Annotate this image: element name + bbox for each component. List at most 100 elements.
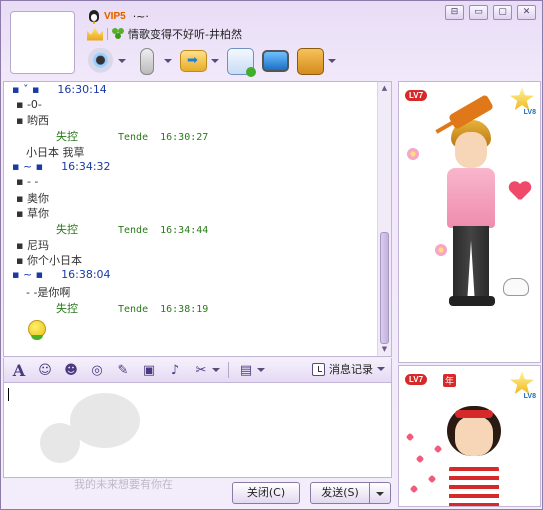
avatar-head (455, 416, 493, 456)
message-text: ▪ - - (16, 175, 39, 188)
message-text: 小日本 我草 (26, 146, 85, 159)
sender-name: ▪ ~ ▪ 16:34:32 (12, 160, 111, 173)
star-icon (510, 371, 534, 394)
contact-avatar[interactable] (10, 11, 75, 74)
avatar-shoes (449, 296, 495, 306)
sender-header: 失控 Tende 16:38:19 (56, 300, 208, 316)
window-controls: ⊟ ▭ ▢ ✕ (445, 5, 536, 20)
avatar-pants (453, 226, 489, 298)
image-icon[interactable]: ▣ (140, 361, 158, 379)
video-call-button[interactable] (87, 47, 126, 75)
level-badge: LV7 (405, 90, 428, 101)
message-text: ▪ 奥你 (16, 192, 49, 205)
microphone-icon (140, 47, 154, 75)
message-text: ▪ 你个小日本 (16, 254, 82, 267)
restore-button[interactable]: ▭ (469, 5, 488, 20)
create-discussion-button[interactable] (227, 47, 256, 77)
level-badge: LV7 (405, 374, 428, 385)
chevron-down-icon[interactable] (211, 59, 219, 63)
folder-icon (180, 50, 207, 72)
chevron-down-icon[interactable] (118, 59, 126, 63)
contact-show-avatar (439, 102, 509, 312)
send-file-button[interactable] (180, 50, 219, 72)
history-label: 消息记录 (329, 363, 373, 376)
scroll-up-icon[interactable]: ▲ (378, 82, 391, 95)
chevron-down-icon[interactable] (328, 59, 336, 63)
flower-icon (407, 148, 419, 160)
message-time: 16:38:04 (61, 268, 111, 281)
flower-icon (435, 244, 447, 256)
message-history-button[interactable]: 消息记录 (312, 361, 385, 377)
vip-badge[interactable]: VIP5 (104, 11, 126, 22)
year-badge: 年 (443, 374, 457, 387)
avatar-head (455, 132, 487, 168)
heart-icon (509, 182, 531, 202)
webcam-icon (87, 47, 114, 75)
cat-icon (503, 278, 529, 296)
text-cursor (8, 388, 9, 401)
send-button[interactable]: 发送(S) (310, 482, 370, 504)
heart-icon (409, 484, 419, 494)
remote-assist-button[interactable] (262, 50, 289, 72)
sender-device: Tende (118, 304, 149, 315)
contact-nickname: ·~· (132, 9, 149, 23)
clover-icon (112, 28, 124, 40)
chevron-down-icon[interactable] (257, 368, 265, 372)
chat-scrollbar[interactable]: ▲ ▼ (377, 82, 391, 356)
sender-device: Tende (118, 132, 149, 143)
font-icon[interactable]: A (10, 361, 28, 380)
scroll-down-icon[interactable]: ▼ (378, 343, 391, 356)
self-show-panel[interactable]: LV7 年 LV8 (398, 365, 541, 507)
app-box-button[interactable] (297, 47, 336, 75)
magic-face-icon[interactable]: ☻ (62, 361, 80, 379)
history-clock-icon (312, 362, 325, 376)
heart-icon (405, 432, 415, 442)
message-history[interactable]: ▪ ˇ ▪ 16:30:14 ▪ -0- ▪ 哟西 失控 Tende 16:30:27… (3, 81, 392, 357)
star-level: LV8 (523, 109, 536, 116)
avatar-shirt (447, 168, 495, 228)
chevron-down-icon (377, 367, 385, 371)
voice-call-button[interactable] (134, 47, 172, 75)
contact-signature: 情歌变得不好听-井柏然 (128, 28, 242, 41)
close-button[interactable]: 关闭(C) (232, 482, 300, 504)
heart-icon (433, 444, 443, 454)
chevron-down-icon (376, 492, 384, 496)
monitor-icon (262, 50, 289, 72)
doodle-icon[interactable]: ✎ (114, 361, 132, 379)
chat-window: VIP5 ·~· 情歌变得不好听-井柏然 ⊟ ▭ ▢ ✕ ➡ ▪ ˇ ▪ 16:… (0, 0, 543, 510)
star-level: LV8 (523, 393, 536, 400)
divider (228, 362, 229, 378)
screenshot-icon[interactable]: ✂ (192, 361, 210, 379)
music-icon[interactable]: ♪ (166, 361, 184, 379)
send-options-button[interactable] (369, 482, 391, 504)
star-icon (510, 87, 534, 110)
qq-penguin-icon (87, 9, 101, 23)
sender-name: ▪ ~ ▪ 16:38:04 (12, 268, 111, 281)
chevron-down-icon[interactable] (212, 368, 220, 372)
contact-show-panel[interactable]: LV7 LV8 (398, 81, 541, 363)
crown-icon[interactable] (87, 27, 103, 41)
emoticon-icon[interactable]: ☺ (36, 361, 54, 379)
sender-name: 失控 (56, 130, 78, 143)
sender-header: 失控 Tende 16:34:44 (56, 221, 208, 237)
skin-button[interactable]: ⊟ (445, 5, 464, 20)
scroll-thumb[interactable] (380, 232, 389, 344)
title-row: VIP5 ·~· (87, 7, 149, 25)
close-window-button[interactable]: ✕ (517, 5, 536, 20)
smiley-emoticon-icon (28, 320, 46, 340)
status-row: 情歌变得不好听-井柏然 (87, 25, 242, 43)
toolbox-icon[interactable]: ▤ (237, 361, 255, 379)
sender-device: Tende (118, 225, 149, 236)
watermark-text: 我的未来想要有你在 (74, 478, 173, 491)
message-time: 16:30:14 (57, 83, 107, 96)
message-text: ▪ 哟西 (16, 114, 49, 127)
sender-name: 失控 (56, 223, 78, 236)
chevron-down-icon[interactable] (164, 59, 172, 63)
avatar-headband (455, 410, 493, 418)
heart-icon (427, 474, 437, 484)
message-input[interactable]: 我的未来想要有你在 (3, 383, 392, 491)
message-text: ▪ 草你 (16, 207, 49, 220)
maximize-button[interactable]: ▢ (493, 5, 512, 20)
shake-window-icon[interactable]: ◎ (88, 361, 106, 379)
message-time: 16:30:27 (160, 132, 209, 143)
